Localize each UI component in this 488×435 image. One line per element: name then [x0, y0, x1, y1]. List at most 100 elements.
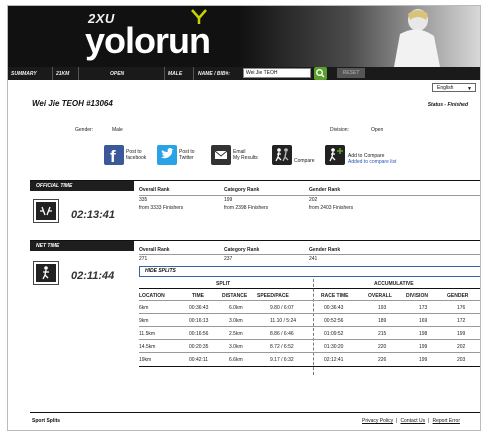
email-results-button[interactable]: [211, 145, 231, 165]
svg-text:f: f: [110, 147, 116, 165]
table-cell: 6.6km: [229, 357, 243, 363]
table-cell: 00:16:56: [189, 331, 209, 337]
add-compare-label[interactable]: Add to Compare Added to compare list: [348, 153, 396, 165]
table-cell: 220: [378, 344, 387, 350]
division-value: Open: [371, 127, 384, 133]
split-group-header: SPLIT: [216, 281, 231, 287]
table-cell: 202: [457, 344, 466, 350]
table-cell: 203: [457, 357, 466, 363]
compare-label[interactable]: Compare: [294, 158, 315, 164]
table-cell: 199: [419, 344, 428, 350]
net-overall-rank: 271: [139, 256, 148, 262]
facebook-label[interactable]: Post to facebook: [126, 149, 146, 161]
search-button[interactable]: [314, 67, 327, 80]
official-gender-finishers: from 2403 Finishers: [309, 205, 354, 211]
facebook-share-button[interactable]: f: [104, 145, 124, 166]
table-cell: 189: [378, 318, 387, 324]
col-race-time: RACE TIME: [321, 293, 349, 299]
language-select[interactable]: English ▼: [432, 83, 476, 92]
add-to-compare-button[interactable]: [325, 145, 345, 165]
col-gender: GENDER: [447, 293, 469, 299]
table-cell: 2.5km: [229, 331, 243, 337]
col-distance: DISTANCE: [222, 293, 248, 299]
runner-photo: [394, 9, 440, 67]
footer-brand: Sport Splits: [32, 418, 61, 424]
net-category-rank: 237: [224, 256, 233, 262]
table-cell: 01:30:20: [324, 344, 344, 350]
table-cell: 169: [419, 318, 428, 324]
accumulative-group-header: ACCUMULATIVE: [374, 281, 414, 287]
language-value: English: [437, 85, 454, 91]
net-gender-rank: 241: [309, 256, 318, 262]
nav-category[interactable]: OPEN: [110, 71, 124, 77]
search-icon: [316, 69, 325, 78]
table-cell: 199: [419, 357, 428, 363]
footer-links: Privacy Policy | Contact Us | Report Error: [362, 418, 460, 424]
nav-summary[interactable]: SUMMARY: [11, 71, 37, 77]
privacy-policy-link[interactable]: Privacy Policy: [362, 418, 393, 424]
table-cell: 176: [457, 305, 466, 311]
chevron-down-icon: ▼: [467, 86, 472, 92]
table-cell: 00:52:56: [324, 318, 344, 324]
table-cell: 19km: [139, 357, 152, 363]
nav-distance[interactable]: 21KM: [56, 71, 69, 77]
table-cell: 8.72 / 6:52: [270, 344, 294, 350]
search-input[interactable]: [243, 68, 311, 78]
gender-value: Male: [112, 127, 123, 133]
table-cell: 8.86 / 6:46: [270, 331, 294, 337]
nav-bar: SUMMARY 21KM OPEN MALE NAME / BIB#: RESE…: [8, 67, 480, 80]
official-overall-rank: 335: [139, 197, 148, 203]
col-speed-pace: SPEED/PACE: [257, 293, 289, 299]
table-cell: 9km: [139, 318, 149, 324]
table-cell: 199: [457, 331, 466, 337]
table-cell: 01:09:52: [324, 331, 344, 337]
col-time: TIME: [192, 293, 204, 299]
table-cell: 00:36:43: [189, 305, 209, 311]
email-label[interactable]: Email My Results: [233, 149, 258, 161]
official-time-icon: [33, 199, 59, 223]
facebook-icon: f: [110, 147, 116, 166]
hide-splits-button[interactable]: HIDE SPLITS: [139, 266, 480, 277]
athlete-title: Wei Jie TEOH #13064: [32, 99, 113, 108]
table-cell: 172: [457, 318, 466, 324]
add-runner-icon: [329, 148, 343, 162]
table-cell: 6.0km: [229, 305, 243, 311]
col-division: DIVISION: [406, 293, 428, 299]
official-overall-label: Overall Rank: [139, 187, 170, 193]
envelope-icon: [214, 150, 228, 159]
table-cell: 9.17 / 6:32: [270, 357, 294, 363]
table-cell: 3.0km: [229, 344, 243, 350]
split-divider: [313, 279, 314, 375]
net-time-value: 02:11:44: [71, 270, 115, 282]
col-overall: OVERALL: [368, 293, 392, 299]
compare-runners-icon: [275, 148, 289, 162]
net-time-icon: [33, 261, 59, 285]
official-category-label: Category Rank: [224, 187, 260, 193]
twitter-label[interactable]: Post to Twitter: [179, 149, 195, 161]
report-error-link[interactable]: Report Error: [432, 418, 460, 424]
official-category-finishers: from 2398 Finishers: [224, 205, 269, 211]
table-cell: 173: [419, 305, 428, 311]
net-time-header: NET TIME: [30, 241, 134, 251]
table-cell: 215: [378, 331, 387, 337]
official-gender-label: Gender Rank: [309, 187, 341, 193]
table-cell: 00:36:43: [324, 305, 344, 311]
brand-logo[interactable]: yolorun: [85, 21, 211, 61]
table-cell: 00:20:35: [189, 344, 209, 350]
twitter-bird-icon: [161, 148, 174, 159]
reset-button[interactable]: RESET: [337, 68, 365, 78]
banner: 2XU yolorun: [8, 6, 480, 67]
table-cell: 193: [378, 305, 387, 311]
table-cell: 226: [378, 357, 387, 363]
official-time-header: OFFICIAL TIME: [30, 181, 134, 191]
contact-us-link[interactable]: Contact Us: [400, 418, 425, 424]
table-cell: 00:42:11: [189, 357, 209, 363]
table-cell: 9.80 / 6:07: [270, 305, 294, 311]
table-cell: 11.5km: [139, 331, 156, 337]
table-cell: 02:12:41: [324, 357, 344, 363]
official-gender-rank: 202: [309, 197, 318, 203]
net-overall-label: Overall Rank: [139, 247, 170, 253]
nav-gender[interactable]: MALE: [168, 71, 182, 77]
compare-button[interactable]: [272, 145, 292, 165]
twitter-share-button[interactable]: [157, 145, 177, 165]
